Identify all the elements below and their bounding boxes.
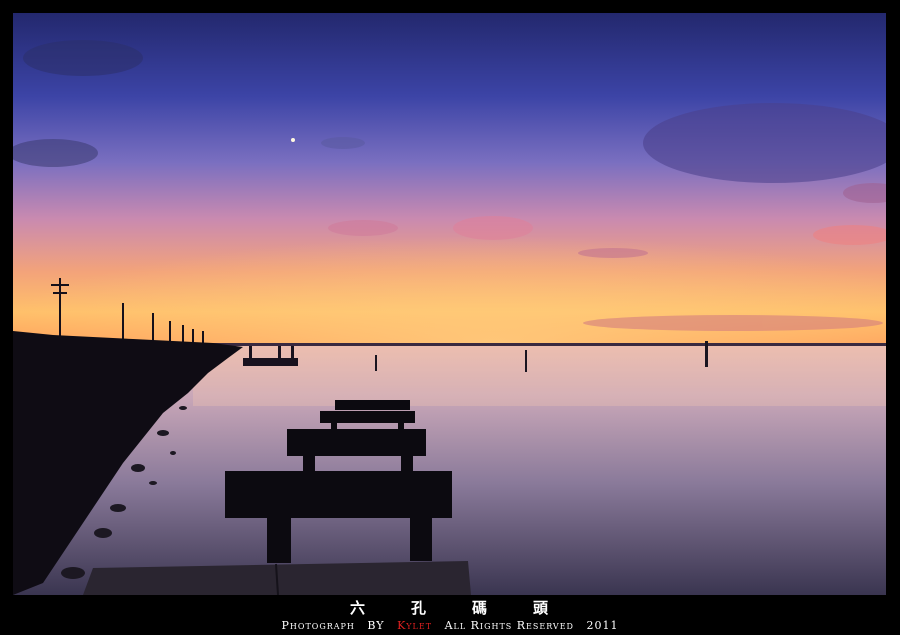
title-char: 碼 — [472, 599, 490, 617]
credit-name: Kylet — [397, 619, 433, 632]
caption-title: 六孔碼頭 — [0, 599, 900, 617]
caption-credit: Photograph BY Kylet All Rights Reserved … — [0, 619, 900, 633]
credit-by: BY — [367, 619, 385, 632]
title-char: 頭 — [533, 599, 551, 617]
photo-caption: 六 孔 碼 頭 Photograph BY Kylet All Rights Rese… — [0, 596, 900, 635]
credit-year: 2011 — [586, 619, 619, 632]
sunset-photo — [13, 13, 886, 595]
title-char: 六 — [349, 599, 367, 617]
credit-rights: All Rights Reserved — [444, 619, 574, 632]
moon — [291, 138, 295, 142]
credit-prefix: Photograph — [281, 619, 355, 632]
title-char: 孔 — [410, 599, 428, 617]
photo-frame — [13, 13, 886, 595]
